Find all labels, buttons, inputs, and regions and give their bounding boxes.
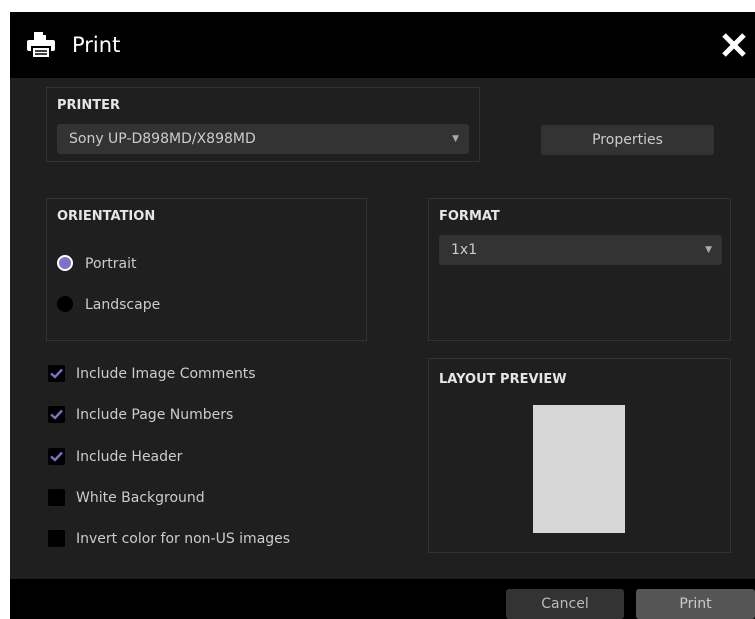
- orientation-option-landscape[interactable]: Landscape: [57, 295, 177, 315]
- printer-section-title: PRINTER: [57, 98, 121, 113]
- option-white-background[interactable]: White Background: [48, 488, 308, 508]
- checkbox[interactable]: [48, 406, 65, 423]
- portrait-radio[interactable]: [57, 255, 73, 271]
- landscape-label: Landscape: [85, 297, 161, 313]
- option-include-image-comments[interactable]: Include Image Comments: [48, 364, 308, 384]
- format-select[interactable]: 1x1 ▼: [439, 235, 722, 265]
- chevron-down-icon: ▼: [705, 245, 712, 255]
- check-label: White Background: [76, 490, 205, 506]
- print-button[interactable]: Print: [636, 589, 755, 619]
- printer-panel: PRINTER Sony UP-D898MD/X898MD ▼: [46, 87, 480, 162]
- checkmark-icon: [50, 409, 63, 420]
- portrait-label: Portrait: [85, 256, 137, 272]
- cancel-button[interactable]: Cancel: [506, 589, 624, 619]
- orientation-section-title: ORIENTATION: [57, 209, 156, 224]
- layout-preview-panel: LAYOUT PREVIEW: [428, 358, 731, 553]
- layout-preview-section-title: LAYOUT PREVIEW: [439, 372, 567, 387]
- checkbox[interactable]: [48, 530, 65, 547]
- checkbox[interactable]: [48, 489, 65, 506]
- checkmark-icon: [50, 368, 63, 379]
- title-bar: Print: [10, 12, 755, 78]
- check-label: Include Page Numbers: [76, 407, 234, 423]
- orientation-option-portrait[interactable]: Portrait: [57, 254, 177, 274]
- check-label: Include Header: [76, 449, 183, 465]
- orientation-panel: ORIENTATION Portrait Landscape: [46, 198, 367, 341]
- dialog-footer: Cancel Print: [10, 579, 755, 619]
- option-invert-color[interactable]: Invert color for non-US images: [48, 529, 308, 549]
- landscape-radio[interactable]: [57, 296, 73, 312]
- checkmark-icon: [50, 451, 63, 462]
- dialog-title: Print: [72, 33, 121, 57]
- check-label: Include Image Comments: [76, 366, 256, 382]
- print-dialog: Print PRINTER Sony UP-D898MD/X898MD ▼ Pr…: [10, 12, 755, 619]
- printer-select[interactable]: Sony UP-D898MD/X898MD ▼: [57, 124, 469, 154]
- close-icon[interactable]: [721, 32, 747, 58]
- format-panel: FORMAT 1x1 ▼: [428, 198, 731, 341]
- format-section-title: FORMAT: [439, 209, 500, 224]
- format-select-value: 1x1: [451, 242, 478, 258]
- checkbox[interactable]: [48, 365, 65, 382]
- chevron-down-icon: ▼: [452, 134, 459, 144]
- option-include-page-numbers[interactable]: Include Page Numbers: [48, 405, 308, 425]
- preview-page: [533, 405, 625, 533]
- properties-button[interactable]: Properties: [541, 125, 714, 155]
- option-include-header[interactable]: Include Header: [48, 447, 308, 467]
- check-label: Invert color for non-US images: [76, 531, 291, 547]
- checkbox[interactable]: [48, 448, 65, 465]
- printer-select-value: Sony UP-D898MD/X898MD: [69, 131, 256, 147]
- printer-icon: [27, 32, 55, 58]
